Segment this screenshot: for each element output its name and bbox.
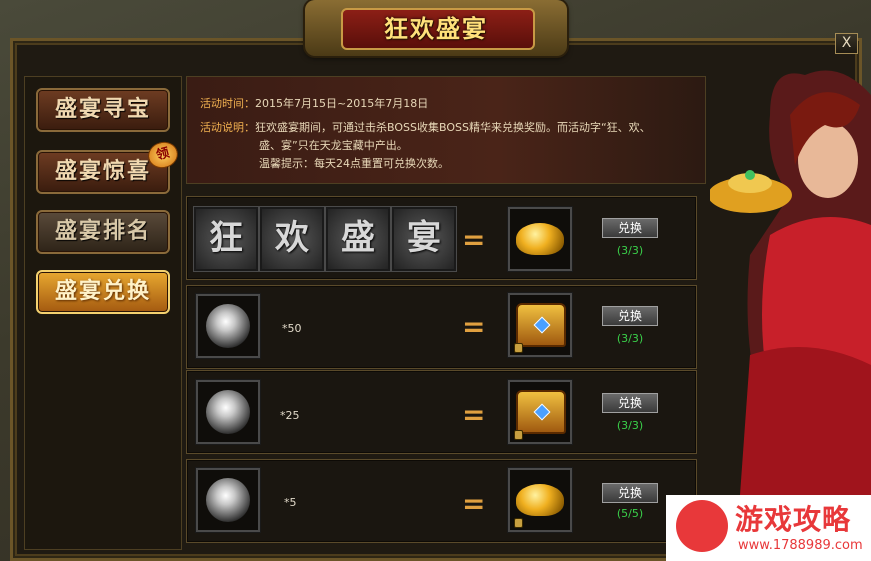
char-tile-sheng: 盛	[326, 207, 390, 271]
event-description: 活动说明：狂欢盛宴期间，可通过击杀BOSS收集BOSS精华来兑换奖励。而活动字“…	[200, 119, 651, 135]
menu-item-ranking[interactable]: 盛宴排名	[36, 210, 170, 254]
reward-gold-ingots-icon[interactable]	[508, 468, 572, 532]
char-tile-kuang: 狂	[194, 207, 258, 271]
event-description-line2: 盛、宴”只在天龙宝藏中产出。	[259, 139, 408, 152]
exchange-count: (5/5)	[616, 507, 644, 520]
close-button[interactable]: X	[835, 33, 858, 54]
equals-sign: =	[462, 310, 486, 343]
equals-sign: =	[462, 487, 486, 520]
event-time-value: 2015年7月15日~2015年7月18日	[255, 97, 429, 110]
exchange-count: (3/3)	[616, 332, 644, 345]
menu-item-exchange[interactable]: 盛宴兑换	[36, 270, 170, 314]
char-tile-yan: 宴	[392, 207, 456, 271]
exchange-count: (3/3)	[616, 244, 644, 257]
cost-quantity: *5	[284, 496, 297, 509]
menu-item-treasure-hunt[interactable]: 盛宴寻宝	[36, 88, 170, 132]
event-time-label: 活动时间：	[200, 97, 255, 110]
exchange-button[interactable]: 兑换	[602, 218, 658, 238]
reward-gold-ingots-icon[interactable]	[508, 207, 572, 271]
cost-quantity: *50	[282, 322, 302, 335]
watermark-title: 游戏攻略	[735, 503, 852, 536]
boss-essence-icon[interactable]	[196, 294, 260, 358]
boss-essence-icon[interactable]	[196, 468, 260, 532]
character-artwork	[710, 70, 871, 561]
equals-sign: =	[462, 223, 486, 256]
exchange-row	[186, 285, 697, 369]
event-description-label: 活动说明：	[200, 121, 255, 134]
event-tip: 温馨提示：每天24点重置可兑换次数。	[259, 157, 449, 170]
exchange-button[interactable]: 兑换	[602, 393, 658, 413]
char-tile-huan: 欢	[260, 207, 324, 271]
equals-sign: =	[462, 398, 486, 431]
exchange-button[interactable]: 兑换	[602, 483, 658, 503]
exchange-count: (3/3)	[616, 419, 644, 432]
window-title: 狂欢盛宴	[384, 15, 488, 43]
event-time: 活动时间：2015年7月15日~2015年7月18日	[200, 95, 428, 111]
reward-treasure-chest-icon[interactable]	[508, 380, 572, 444]
cost-quantity: *25	[280, 409, 300, 422]
exchange-button[interactable]: 兑换	[602, 306, 658, 326]
watermark-url: www.1788989.com	[738, 538, 863, 553]
gamepad-logo-icon	[676, 500, 728, 552]
reward-treasure-chest-icon[interactable]	[508, 293, 572, 357]
event-description-line1: 狂欢盛宴期间，可通过击杀BOSS收集BOSS精华来兑换奖励。而活动字“狂、欢、	[255, 121, 651, 134]
boss-essence-icon[interactable]	[196, 380, 260, 444]
